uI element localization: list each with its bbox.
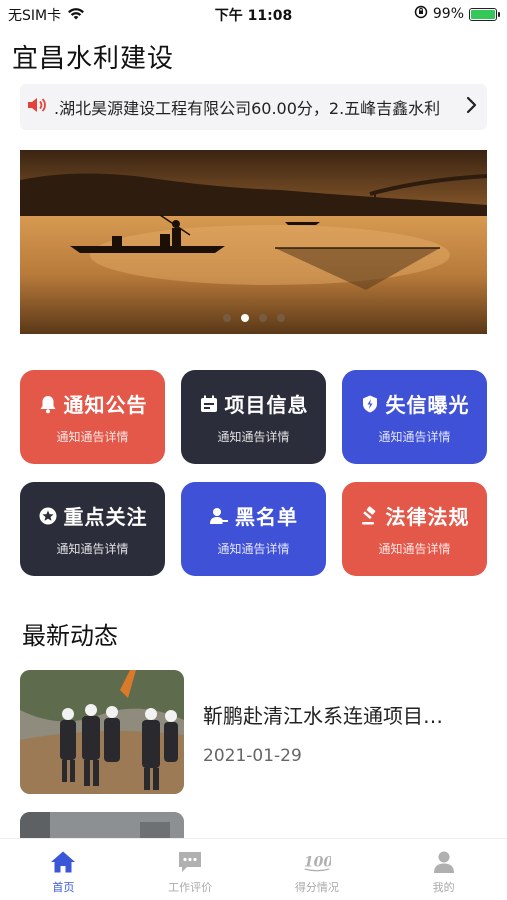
user-minus-icon (209, 506, 229, 526)
tab-label: 首页 (52, 881, 75, 894)
tab-1[interactable]: 首页 (0, 839, 127, 900)
battery-percent: 99% (432, 6, 464, 22)
menu-tile-header: 项目信息 (199, 389, 309, 418)
home-icon (49, 849, 77, 875)
battery-fill (471, 9, 495, 19)
menu-tile-title: 法律法规 (385, 505, 470, 529)
menu-tile-subtitle: 通知通告详情 (56, 430, 129, 444)
status-right: 99% (414, 5, 500, 23)
status-bar: 无SIM卡 下午 11:08 99% (0, 0, 507, 28)
notice-text: .湖北昊源建设工程有限公司60.00分，2.五峰吉鑫水利 (54, 99, 441, 118)
menu-tile-subtitle: 通知通告详情 (56, 542, 129, 556)
news-thumbnail (20, 670, 184, 794)
speaker-icon (26, 95, 48, 119)
menu-tile-subtitle: 通知通告详情 (217, 430, 290, 444)
notice-bar[interactable]: .湖北昊源建设工程有限公司60.00分，2.五峰吉鑫水利 (20, 84, 487, 130)
tab-2[interactable]: 工作评价 (127, 839, 254, 900)
tab-4[interactable]: 我的 (380, 839, 507, 900)
person-icon (430, 849, 458, 875)
bell-icon (38, 394, 58, 414)
menu-tile-header: 失信曝光 (360, 389, 470, 418)
tab-label: 得分情况 (294, 881, 339, 894)
news-date: 2021-01-29 (203, 746, 302, 766)
carousel-dot[interactable] (258, 314, 267, 322)
star-circle-icon (38, 506, 58, 526)
carousel-indicator[interactable] (20, 314, 487, 322)
banner-image (20, 150, 487, 334)
menu-tile-5[interactable]: 黑名单通知通告详情 (181, 482, 326, 576)
menu-tile-1[interactable]: 通知公告通知通告详情 (20, 370, 165, 464)
menu-tile-header: 黑名单 (209, 501, 298, 530)
tab-label: 工作评价 (168, 881, 213, 894)
page-title: 宜昌水利建设 (12, 44, 175, 74)
menu-tile-header: 法律法规 (360, 501, 470, 530)
section-title: 最新动态 (22, 622, 118, 650)
news-title: 靳鹏赴清江水系连通项目… (203, 704, 443, 728)
carousel-dot[interactable] (276, 314, 285, 322)
score-icon: 100 (303, 849, 331, 875)
menu-tile-4[interactable]: 重点关注通知通告详情 (20, 482, 165, 576)
chevron-right-icon[interactable] (465, 96, 477, 118)
carousel-dot[interactable] (240, 314, 249, 322)
menu-tile-subtitle: 通知通告详情 (378, 542, 451, 556)
tab-3[interactable]: 100 得分情况 (254, 839, 381, 900)
banner-carousel[interactable] (20, 150, 487, 334)
menu-tile-subtitle: 通知通告详情 (378, 430, 451, 444)
menu-tile-title: 通知公告 (63, 393, 148, 417)
menu-tile-title: 失信曝光 (385, 393, 470, 417)
news-item[interactable]: 靳鹏赴清江水系连通项目… 2021-01-29 (20, 670, 487, 794)
menu-tile-header: 重点关注 (38, 501, 148, 530)
gavel-icon (360, 505, 380, 526)
menu-tile-header: 通知公告 (38, 389, 148, 418)
menu-tile-3[interactable]: 失信曝光通知通告详情 (342, 370, 487, 464)
shield-icon (360, 394, 380, 414)
menu-tile-title: 黑名单 (235, 505, 298, 529)
svg-text:100: 100 (304, 854, 331, 870)
menu-tile-title: 重点关注 (63, 505, 148, 529)
menu-tile-title: 项目信息 (224, 393, 309, 417)
menu-tile-6[interactable]: 法律法规通知通告详情 (342, 482, 487, 576)
chat-icon (176, 849, 204, 875)
calendar-icon (199, 394, 219, 414)
tab-bar: 首页 工作评价 100 得分情况 我的 (0, 838, 507, 900)
battery-icon (469, 7, 500, 21)
tab-label: 我的 (432, 881, 455, 894)
carousel-dot[interactable] (222, 314, 231, 322)
orientation-lock-icon (414, 5, 428, 23)
menu-tile-2[interactable]: 项目信息通知通告详情 (181, 370, 326, 464)
menu-tile-subtitle: 通知通告详情 (217, 542, 290, 556)
